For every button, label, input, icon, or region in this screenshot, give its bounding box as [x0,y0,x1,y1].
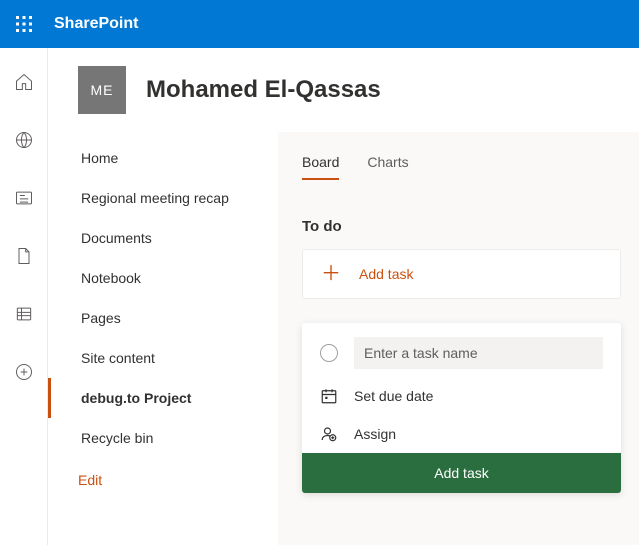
bucket-title: To do [302,218,621,235]
nav-item-pages[interactable]: Pages [48,298,278,338]
rail-home-button[interactable] [8,66,40,98]
planner-tabs: Board Charts [296,144,621,180]
site-nav: Home Regional meeting recap Documents No… [48,132,278,545]
news-icon [14,188,34,208]
waffle-icon [16,16,32,32]
nav-item-documents[interactable]: Documents [48,218,278,258]
nav-item-regional-meeting[interactable]: Regional meeting recap [48,178,278,218]
add-task-label: Add task [359,266,413,282]
rail-news-button[interactable] [8,182,40,214]
nav-edit-link[interactable]: Edit [48,458,278,500]
nav-item-recycle-bin[interactable]: Recycle bin [48,418,278,458]
task-name-input[interactable] [354,337,603,369]
site-header: ME Mohamed El-Qassas [48,48,639,132]
assign-label: Assign [354,426,396,442]
calendar-icon [320,387,338,405]
add-task-submit-button[interactable]: Add task [302,453,621,493]
task-complete-circle[interactable] [320,344,338,362]
suite-bar: SharePoint [0,0,639,48]
file-icon [14,246,34,266]
nav-item-notebook[interactable]: Notebook [48,258,278,298]
tab-charts[interactable]: Charts [367,144,408,180]
rail-lists-button[interactable] [8,298,40,330]
globe-icon [14,130,34,150]
home-icon [14,72,34,92]
set-due-date-row[interactable]: Set due date [302,377,621,415]
assign-row[interactable]: Assign [302,415,621,453]
rail-sites-button[interactable] [8,124,40,156]
main-panel: Board Charts To do ＋ Add task [278,132,639,545]
rail-files-button[interactable] [8,240,40,272]
suite-app-name[interactable]: SharePoint [54,15,138,33]
tab-board[interactable]: Board [302,144,339,180]
app-launcher-button[interactable] [0,0,48,48]
plus-circle-icon [14,362,34,382]
nav-item-home[interactable]: Home [48,138,278,178]
due-date-label: Set due date [354,388,433,404]
plus-icon: ＋ [321,264,341,284]
add-task-card[interactable]: ＋ Add task [302,249,621,299]
list-icon [14,304,34,324]
bucket-todo: To do ＋ Add task [296,218,621,517]
nav-item-site-content[interactable]: Site content [48,338,278,378]
site-logo[interactable]: ME [78,66,126,114]
site-title[interactable]: Mohamed El-Qassas [146,76,381,104]
nav-item-debugto-project[interactable]: debug.to Project [48,378,278,418]
rail-create-button[interactable] [8,356,40,388]
assign-icon [320,425,338,443]
app-rail [0,48,48,545]
new-task-card: Set due date Assign Add task [302,323,621,493]
